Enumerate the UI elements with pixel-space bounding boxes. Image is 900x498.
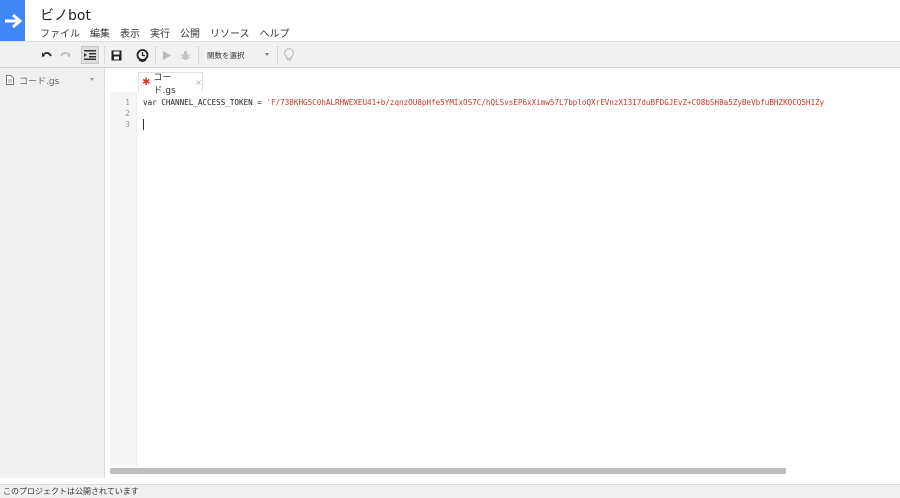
toolbar-divider <box>155 46 156 64</box>
toolbar-divider <box>104 46 105 64</box>
toolbar-divider <box>277 46 278 64</box>
execution-hints-button[interactable] <box>282 46 296 64</box>
clock-icon <box>136 48 148 62</box>
horizontal-scrollbar-thumb[interactable] <box>110 468 786 474</box>
lightbulb-icon <box>284 48 294 61</box>
arrow-right-icon <box>4 13 22 28</box>
toolbar: 関数を選択 <box>0 41 900 68</box>
status-bar: このプロジェクトは公開されています <box>0 484 900 498</box>
menu-edit[interactable]: 編集 <box>90 25 110 40</box>
editor-tabbar: ✱ コード.gs × <box>105 68 900 96</box>
line-number: 2 <box>125 109 130 118</box>
sidebar-file-name: コード.gs <box>19 76 60 87</box>
indent-button[interactable] <box>81 46 99 64</box>
save-icon <box>111 50 121 60</box>
unsaved-marker-icon: ✱ <box>142 77 151 88</box>
menu-publish[interactable]: 公開 <box>180 25 200 40</box>
line-number: 1 <box>125 98 130 107</box>
code-keyword: var CHANNEL_ACCESS_TOKEN = <box>143 98 267 107</box>
apps-script-logo[interactable] <box>0 0 25 41</box>
toolbar-divider <box>198 46 199 64</box>
undo-icon <box>42 51 52 57</box>
undo-button[interactable] <box>40 46 54 64</box>
menu-bar: ファイル 編集 表示 実行 公開 リソース ヘルプ <box>40 25 300 40</box>
function-select-label: 関数を選択 <box>207 50 245 60</box>
menu-view[interactable]: 表示 <box>120 25 140 40</box>
redo-icon <box>60 51 70 57</box>
code-string-literal: 'F/738KHG5C0hALRHWEXEU41+b/zqnzOU8pHfe5Y… <box>266 98 825 107</box>
status-text: このプロジェクトは公開されています <box>3 487 139 496</box>
code-line-1[interactable]: var CHANNEL_ACCESS_TOKEN = 'F/738KHG5C0h… <box>143 98 824 107</box>
redo-button[interactable] <box>58 46 72 64</box>
file-sidebar: コード.gs <box>0 68 105 478</box>
line-number: 3 <box>125 120 130 129</box>
sidebar-file-item[interactable]: コード.gs <box>0 72 104 88</box>
line-number-gutter: 1 2 3 <box>110 92 137 466</box>
chevron-down-icon[interactable] <box>90 78 94 81</box>
chevron-down-icon <box>265 53 269 56</box>
project-title[interactable]: ビノbot <box>40 5 91 25</box>
menu-run[interactable]: 実行 <box>150 25 170 40</box>
close-icon[interactable]: × <box>195 78 202 87</box>
play-icon <box>163 50 171 60</box>
bug-icon <box>180 50 190 60</box>
run-button[interactable] <box>161 46 173 64</box>
menu-resources[interactable]: リソース <box>210 25 250 40</box>
code-editor: ✱ コード.gs × 1 2 3 var CHANNEL_ACCESS_TOKE… <box>105 68 900 478</box>
debug-button[interactable] <box>178 46 192 64</box>
tab-label: コード.gs <box>153 72 176 96</box>
menu-help[interactable]: ヘルプ <box>260 25 290 40</box>
tab-code-gs[interactable]: ✱ コード.gs × <box>138 72 203 96</box>
indent-icon <box>84 50 96 60</box>
menu-file[interactable]: ファイル <box>40 25 80 40</box>
save-button[interactable] <box>109 46 123 64</box>
function-select[interactable]: 関数を選択 <box>203 46 273 64</box>
text-cursor <box>143 119 144 130</box>
file-icon <box>6 75 14 85</box>
triggers-button[interactable] <box>134 46 150 64</box>
